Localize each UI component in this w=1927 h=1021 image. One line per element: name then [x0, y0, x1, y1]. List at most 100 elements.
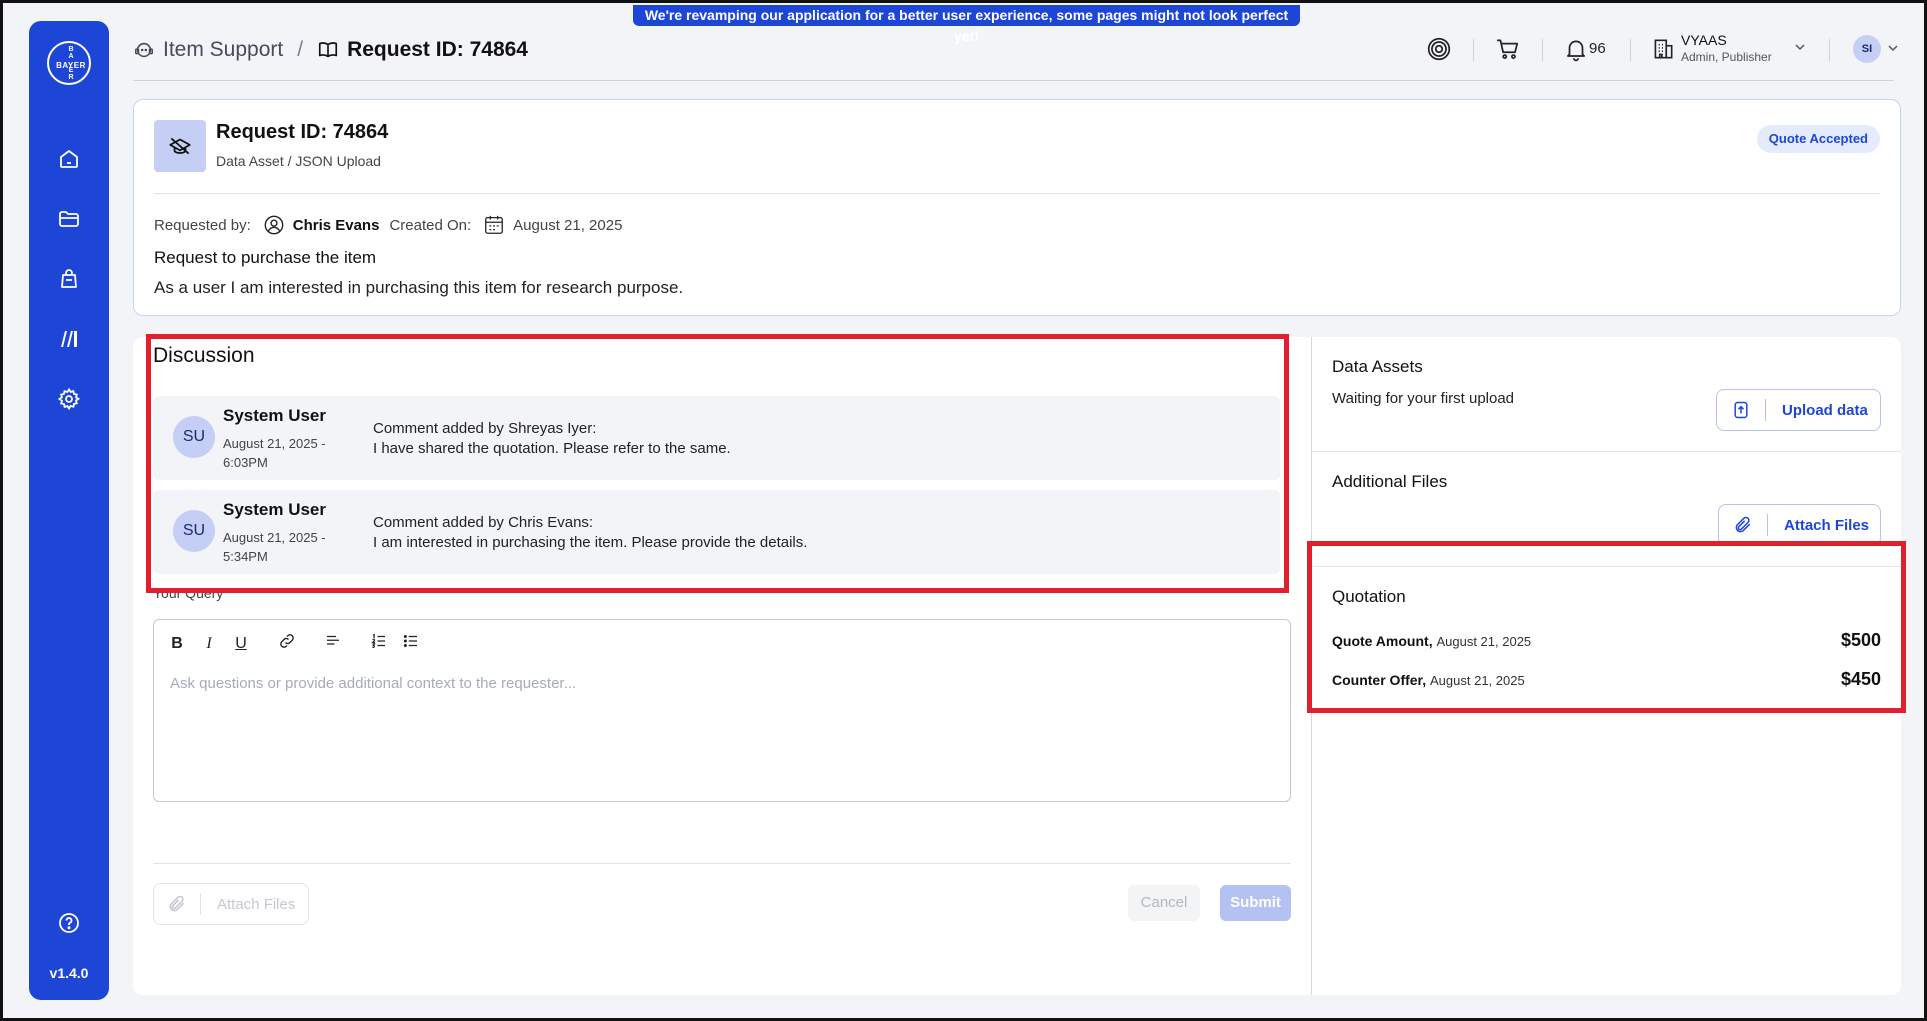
- notification-count: 96: [1589, 40, 1606, 57]
- bayer-logo[interactable]: B A E R BAYER: [47, 41, 91, 85]
- upload-data-label: Upload data: [1782, 401, 1868, 419]
- attach-files-label: Attach Files: [217, 895, 296, 913]
- section-divider: [1312, 566, 1901, 567]
- attach-files-label: Attach Files: [1784, 516, 1870, 534]
- upload-data-button[interactable]: Upload data: [1716, 389, 1881, 431]
- gear-icon[interactable]: [57, 387, 81, 411]
- editor-toolbar: B I U: [168, 632, 434, 655]
- quote-amount-date: August 21, 2025: [1436, 634, 1532, 649]
- comment-item: SU System User August 21, 2025 - 6:03PM …: [153, 396, 1280, 480]
- header-divider: [1473, 39, 1474, 61]
- comment-avatar: SU: [173, 510, 215, 552]
- counter-offer-label: Counter Offer, August 21, 2025: [1332, 672, 1525, 688]
- folder-icon[interactable]: [57, 207, 81, 231]
- home-icon[interactable]: [57, 147, 81, 171]
- chevron-down-icon[interactable]: [1792, 39, 1808, 55]
- link-icon[interactable]: [278, 632, 296, 655]
- align-left-icon[interactable]: [324, 632, 342, 655]
- bag-icon[interactable]: [57, 267, 81, 291]
- comment-item: SU System User August 21, 2025 - 5:34PM …: [153, 490, 1280, 574]
- quote-amount-value: $500: [1840, 630, 1881, 650]
- request-subtitle: Data Asset / JSON Upload: [216, 153, 381, 169]
- paperclip-icon: [1735, 516, 1751, 533]
- card-divider: [154, 193, 1880, 194]
- support-agent-icon: [135, 42, 153, 58]
- breadcrumb-current: Request ID: 74864: [347, 38, 528, 61]
- logo-horizontal-text: BAYER: [56, 61, 86, 70]
- comment-avatar: SU: [173, 416, 215, 458]
- comment-message: I have shared the quotation. Please refe…: [373, 440, 731, 457]
- bullet-list-icon[interactable]: [402, 632, 420, 655]
- comment-date: August 21, 2025 - 5:34PM: [223, 530, 326, 564]
- data-assets-status: Waiting for your first upload: [1332, 390, 1515, 407]
- org-role: Admin, Publisher: [1681, 50, 1772, 64]
- discussion-title: Discussion: [153, 344, 255, 367]
- counter-offer-date: August 21, 2025: [1430, 673, 1525, 688]
- sidebar: B A E R BAYER v1.4.0: [29, 21, 109, 1000]
- created-on-label: Created On:: [389, 216, 472, 234]
- breadcrumb-separator: /: [297, 38, 304, 61]
- request-heading: Request to purchase the item: [154, 248, 377, 267]
- attach-files-button[interactable]: Attach Files: [1718, 504, 1881, 546]
- catalog-icon[interactable]: [57, 327, 81, 351]
- breadcrumb-item-support[interactable]: Item Support: [163, 38, 283, 62]
- data-assets-title: Data Assets: [1332, 357, 1423, 376]
- additional-files-title: Additional Files: [1332, 472, 1448, 491]
- upload-icon: [1734, 401, 1748, 419]
- comment-user: System User: [223, 500, 327, 519]
- bold-button[interactable]: B: [168, 635, 186, 653]
- request-card: Request ID: 74864 Data Asset / JSON Uplo…: [133, 99, 1901, 316]
- building-icon: [1650, 36, 1676, 62]
- bell-icon[interactable]: [1563, 36, 1589, 62]
- column-divider: [1311, 337, 1312, 995]
- quote-amount-label: Quote Amount, August 21, 2025: [1332, 633, 1532, 649]
- query-editor[interactable]: B I U Ask questions or provide additiona…: [153, 619, 1291, 802]
- discussion-attach-files-button[interactable]: Attach Files: [153, 883, 309, 925]
- data-asset-icon: [169, 137, 191, 155]
- book-icon: [319, 42, 338, 58]
- requested-by-label: Requested by:: [154, 216, 251, 234]
- ordered-list-icon[interactable]: [370, 632, 388, 655]
- query-placeholder: Ask questions or provide additional cont…: [170, 675, 577, 692]
- breadcrumb: Item Support / Request ID: 74864: [133, 37, 528, 63]
- italic-button[interactable]: I: [200, 635, 218, 653]
- created-on-date: August 21, 2025: [513, 216, 623, 234]
- quotation-title: Quotation: [1332, 587, 1406, 606]
- header-divider: [1829, 39, 1830, 61]
- section-divider: [1312, 451, 1901, 452]
- header-divider-line: [133, 80, 1894, 81]
- query-label: Your Query: [153, 585, 224, 601]
- app-window: We're revamping our application for a be…: [0, 0, 1927, 1021]
- help-icon[interactable]: [57, 911, 81, 935]
- chevron-down-icon[interactable]: [1885, 40, 1901, 56]
- header-divider: [1542, 39, 1543, 61]
- status-badge: Quote Accepted: [1756, 125, 1880, 153]
- comment-author-line: Comment added by Chris Evans:: [373, 514, 594, 531]
- request-thumbnail: [154, 120, 206, 172]
- quote-amount-row: Quote Amount, August 21, 2025 $500: [1332, 630, 1881, 651]
- requester-name: Chris Evans: [292, 216, 380, 234]
- comment-date: August 21, 2025 - 6:03PM: [223, 436, 326, 470]
- org-name[interactable]: VYAAS: [1681, 32, 1727, 48]
- calendar-icon: [485, 215, 504, 234]
- comment-author-line: Comment added by Shreyas Iyer:: [373, 420, 597, 437]
- comment-message: I am interested in purchasing the item. …: [373, 534, 808, 551]
- target-icon[interactable]: [1426, 36, 1452, 62]
- underline-button[interactable]: U: [232, 635, 250, 653]
- request-meta: Requested by: Chris Evans Created On: Au…: [154, 214, 622, 236]
- cart-icon[interactable]: [1495, 36, 1521, 62]
- submit-button[interactable]: Submit: [1220, 885, 1291, 921]
- user-circle-icon: [264, 215, 284, 235]
- form-divider: [153, 863, 1291, 864]
- request-description: As a user I am interested in purchasing …: [154, 278, 684, 297]
- announcement-banner: We're revamping our application for a be…: [633, 5, 1300, 44]
- comment-user: System User: [223, 406, 327, 425]
- request-title: Request ID: 74864: [216, 121, 389, 143]
- counter-offer-row: Counter Offer, August 21, 2025 $450: [1332, 669, 1881, 690]
- counter-offer-value: $450: [1840, 669, 1881, 689]
- cancel-button[interactable]: Cancel: [1128, 885, 1200, 921]
- app-version: v1.4.0: [49, 965, 89, 981]
- user-avatar[interactable]: SI: [1853, 35, 1881, 63]
- header-divider: [1630, 39, 1631, 61]
- paperclip-icon: [169, 895, 185, 912]
